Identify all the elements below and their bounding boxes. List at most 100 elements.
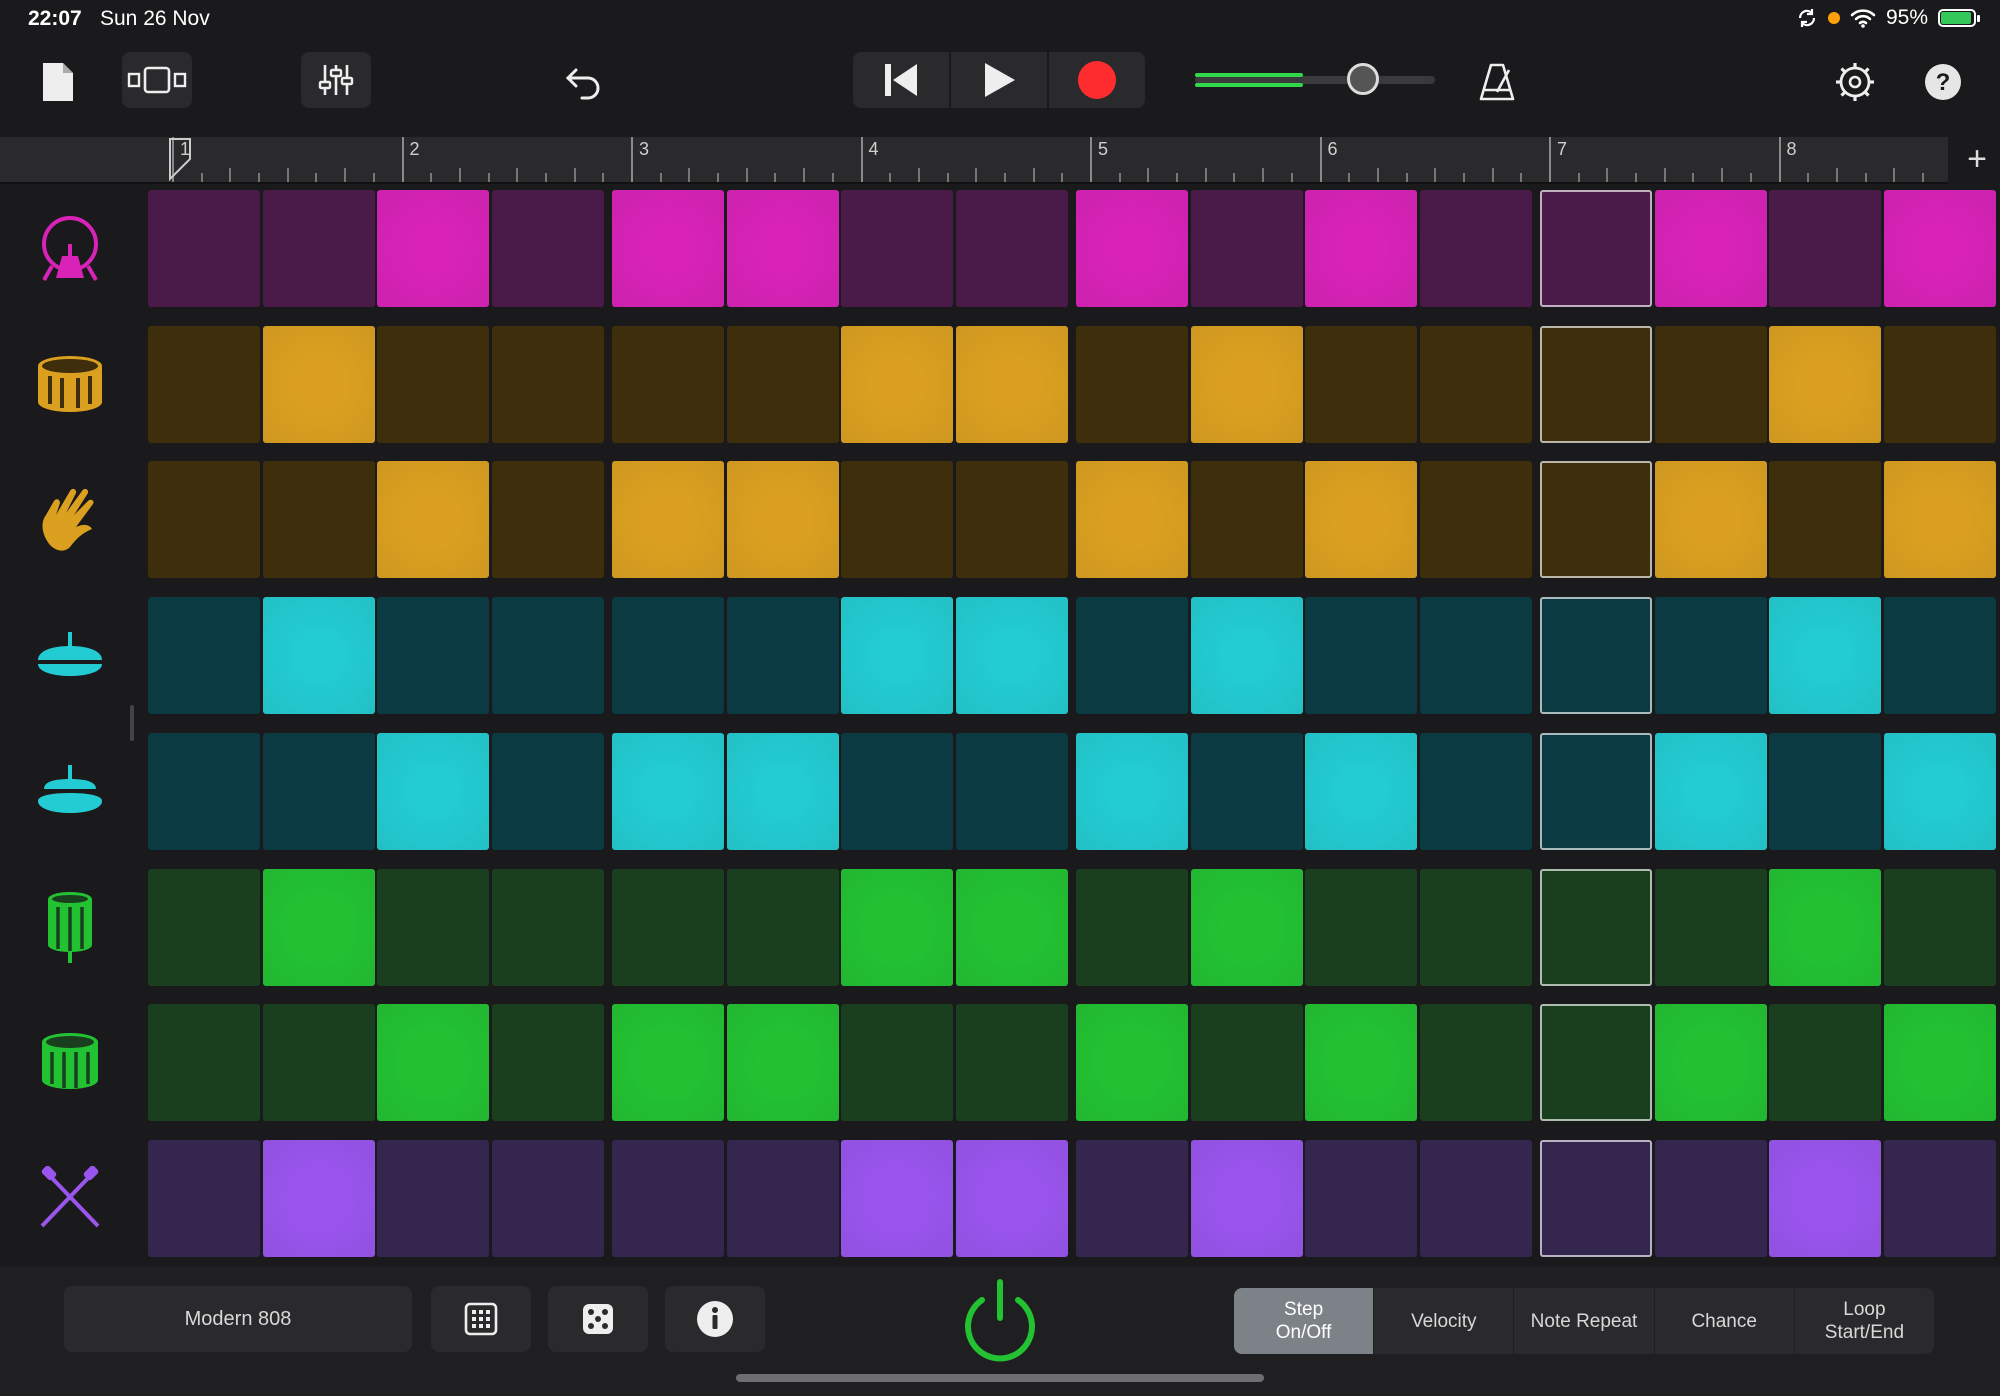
step-pad-off[interactable] [1190,732,1303,850]
step-pad-off[interactable] [1190,461,1303,579]
kick-drum-icon[interactable] [30,208,110,288]
drum-kit-selector[interactable]: Modern 808 [64,1286,412,1352]
tracks-view-button[interactable] [122,52,192,108]
snare-drum-icon[interactable] [30,344,110,424]
step-pad-on[interactable] [1883,1004,1996,1122]
step-pad-on[interactable] [1305,1004,1417,1122]
step-pad-on[interactable] [841,325,953,443]
step-pad-off[interactable] [491,190,604,307]
mode-step-on-off[interactable]: Step On/Off [1234,1288,1375,1354]
step-pad-off[interactable] [726,868,839,986]
step-pad-off[interactable] [1190,190,1303,307]
step-pad-off[interactable] [1540,461,1652,579]
step-pad-off[interactable] [1305,325,1417,443]
step-pad-on[interactable] [1654,190,1767,307]
step-pad-off[interactable] [612,1139,724,1257]
step-pad-on[interactable] [377,732,489,850]
open-hihat-icon[interactable] [30,751,110,831]
step-pad-off[interactable] [841,732,953,850]
step-pad-off[interactable] [1654,868,1767,986]
step-pad-off[interactable] [955,1004,1068,1122]
undo-button[interactable] [556,56,612,108]
percussion-sticks-icon[interactable] [30,1158,110,1238]
step-pad-on[interactable] [955,597,1068,715]
step-pad-off[interactable] [1419,732,1532,850]
step-pad-off[interactable] [377,1139,489,1257]
step-pad-off[interactable] [955,461,1068,579]
step-pad-off[interactable] [726,325,839,443]
step-pad-on[interactable] [1883,732,1996,850]
mode-velocity[interactable]: Velocity [1374,1288,1515,1354]
play-button[interactable] [951,52,1049,108]
step-pad-on[interactable] [262,868,375,986]
step-pad-off[interactable] [262,1004,375,1122]
power-icon[interactable] [955,1278,1045,1368]
my-songs-button[interactable] [34,56,82,108]
go-to-start-button[interactable] [853,52,951,108]
step-pad-off[interactable] [1540,1139,1652,1257]
step-pad-off[interactable] [1883,1139,1996,1257]
step-pad-off[interactable] [148,597,260,715]
step-pad-off[interactable] [612,597,724,715]
step-pad-off[interactable] [841,461,953,579]
step-pad-off[interactable] [491,597,604,715]
step-pad-off[interactable] [1419,461,1532,579]
step-pad-off[interactable] [1654,325,1767,443]
step-pad-on[interactable] [955,1139,1068,1257]
step-pad-on[interactable] [841,597,953,715]
step-pad-off[interactable] [1769,732,1881,850]
step-pad-on[interactable] [1654,461,1767,579]
step-pad-on[interactable] [1769,325,1881,443]
step-pad-on[interactable] [1076,732,1188,850]
step-pad-off[interactable] [491,1139,604,1257]
step-pad-off[interactable] [491,732,604,850]
sidebar-resize-handle[interactable] [130,705,134,741]
low-tom-icon[interactable] [30,1022,110,1102]
step-pad-on[interactable] [612,732,724,850]
step-pad-off[interactable] [377,868,489,986]
record-button[interactable] [1049,52,1145,108]
step-pad-on[interactable] [1883,461,1996,579]
step-pad-off[interactable] [1419,190,1532,307]
step-pad-on[interactable] [1305,461,1417,579]
step-pad-off[interactable] [1883,325,1996,443]
step-pad-off[interactable] [262,732,375,850]
step-pad-on[interactable] [1076,1004,1188,1122]
step-pad-off[interactable] [1769,1004,1881,1122]
step-pad-on[interactable] [955,868,1068,986]
step-pad-off[interactable] [1654,597,1767,715]
step-pad-off[interactable] [1305,868,1417,986]
step-pad-on[interactable] [726,732,839,850]
step-pad-on[interactable] [726,1004,839,1122]
step-pad-off[interactable] [726,1139,839,1257]
volume-knob[interactable] [1347,63,1379,95]
step-pad-on[interactable] [1769,868,1881,986]
step-pad-off[interactable] [1769,190,1881,307]
step-pad-off[interactable] [1076,597,1188,715]
step-pad-off[interactable] [612,325,724,443]
help-button[interactable]: ? [1918,56,1968,108]
step-pad-on[interactable] [262,1139,375,1257]
step-pad-on[interactable] [262,597,375,715]
randomize-button[interactable] [548,1286,648,1352]
step-pad-on[interactable] [1190,597,1303,715]
step-pad-off[interactable] [1883,597,1996,715]
step-pad-off[interactable] [148,190,260,307]
step-pad-off[interactable] [148,1004,260,1122]
step-pad-on[interactable] [262,325,375,443]
settings-button[interactable] [1830,56,1880,108]
step-pad-off[interactable] [491,868,604,986]
step-pad-on[interactable] [1654,1004,1767,1122]
step-pad-off[interactable] [841,1004,953,1122]
step-pad-on[interactable] [1305,190,1417,307]
step-pad-off[interactable] [1540,868,1652,986]
step-pad-on[interactable] [377,461,489,579]
step-pad-off[interactable] [377,325,489,443]
step-pad-on[interactable] [1076,190,1188,307]
closed-hihat-icon[interactable] [30,615,110,695]
step-pad-off[interactable] [1419,325,1532,443]
step-pad-off[interactable] [1419,597,1532,715]
step-pad-on[interactable] [1190,325,1303,443]
add-bars-button[interactable]: + [1958,140,1996,178]
step-pad-off[interactable] [726,597,839,715]
